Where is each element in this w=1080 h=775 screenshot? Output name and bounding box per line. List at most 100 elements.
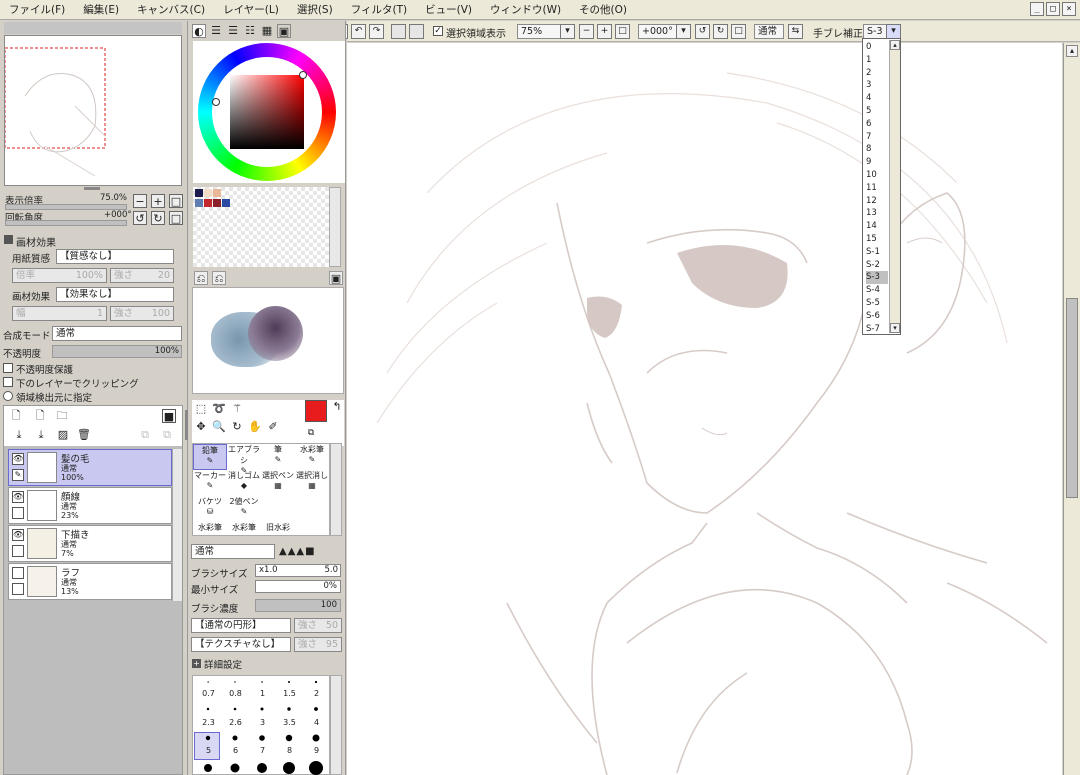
move-icon[interactable]: ✥	[194, 420, 208, 434]
paper-select[interactable]: 【質感なし】	[56, 249, 174, 264]
brush-density-slider[interactable]: 100	[255, 599, 341, 612]
selection-source-radio[interactable]	[3, 391, 13, 401]
lock-toggle[interactable]	[12, 545, 24, 557]
min-size-field[interactable]: 0%	[255, 580, 341, 593]
lasso-icon[interactable]: ➰	[212, 402, 226, 416]
color-wheel-area[interactable]	[193, 41, 345, 183]
stabilizer-option[interactable]: 13	[866, 207, 888, 220]
new-folder-icon[interactable]: 🗀	[55, 409, 69, 423]
detail-settings-label[interactable]: 詳細設定	[204, 657, 242, 671]
drawing-canvas[interactable]	[347, 43, 1062, 775]
menu-view[interactable]: ビュー(V)	[416, 2, 481, 17]
size-grid-scrollbar[interactable]	[330, 675, 342, 775]
stabilizer-option[interactable]: 11	[866, 182, 888, 195]
tool-select-eraser[interactable]: 選択消し ▦	[295, 470, 329, 496]
blend-mode-select[interactable]: 通常	[52, 326, 182, 341]
tool-airbrush[interactable]: エアブラシ ✎	[227, 444, 261, 475]
visibility-eye-icon[interactable]: 👁	[12, 529, 24, 541]
menu-file[interactable]: ファイル(F)	[0, 2, 74, 17]
menu-canvas[interactable]: キャンバス(C)	[128, 2, 214, 17]
stabilizer-option[interactable]: 5	[866, 105, 888, 118]
stabilizer-option[interactable]: 7	[866, 131, 888, 144]
stabilizer-option[interactable]: 15	[866, 233, 888, 246]
new-vector-layer-icon[interactable]: 🗋	[33, 409, 47, 423]
scratchpad-tab-icon[interactable]: ▣	[277, 24, 291, 38]
brush-blend-select[interactable]: 通常	[191, 544, 275, 559]
preserve-opacity-checkbox[interactable]	[3, 363, 13, 373]
visibility-eye-icon[interactable]	[12, 567, 24, 579]
navigator-preview[interactable]	[4, 35, 182, 186]
layer-extra-icon-2[interactable]: ⧉	[160, 428, 174, 442]
scratchpad-clear-icon[interactable]: ⎌	[194, 271, 208, 285]
stabilizer-option[interactable]: S-7	[866, 323, 888, 336]
layer-row[interactable]: 👁 ✎ 髪の毛 通常 100%	[8, 449, 172, 486]
nav-rotate-left-icon[interactable]: ↺	[133, 211, 147, 225]
stabilizer-option[interactable]: 12	[866, 195, 888, 208]
swatch[interactable]	[204, 189, 212, 197]
stabilizer-option[interactable]: S-2	[866, 259, 888, 272]
zoom-dropdown-icon[interactable]: ▾	[560, 24, 575, 39]
menu-layer[interactable]: レイヤー(L)	[214, 2, 288, 17]
magic-wand-icon[interactable]: ⚚	[230, 402, 244, 416]
stabilizer-option[interactable]: S-4	[866, 284, 888, 297]
menu-filter[interactable]: フィルタ(T)	[342, 2, 416, 17]
nav-rotate-right-icon[interactable]: ↻	[151, 211, 165, 225]
selection-display-checkbox[interactable]: ✓	[433, 26, 443, 36]
hand-icon[interactable]: ✋	[248, 420, 262, 434]
effect-width-field[interactable]: 幅1	[12, 306, 107, 321]
zoom-reset-icon[interactable]: □	[615, 24, 630, 39]
nav-zoom-reset-icon[interactable]: □	[169, 194, 183, 208]
new-layer-icon[interactable]: 🗋	[9, 409, 23, 423]
effect-intensity-field[interactable]: 強さ 100	[110, 306, 174, 321]
clipping-checkbox[interactable]	[3, 377, 13, 387]
swatch[interactable]	[204, 199, 212, 207]
rotate-right-icon[interactable]: ↻	[713, 24, 728, 39]
zoom-tool-icon[interactable]: 🔍	[212, 420, 226, 434]
swap-colors-icon[interactable]: ↰	[330, 400, 344, 414]
zoom-out-icon[interactable]: −	[579, 24, 594, 39]
rgb-slider-tab-icon[interactable]: ☰	[209, 24, 223, 38]
menu-window[interactable]: ウィンドウ(W)	[481, 2, 570, 17]
stabilizer-option[interactable]: 1	[866, 54, 888, 67]
reset-colors-icon[interactable]: ⧉	[304, 426, 318, 440]
stabilizer-option[interactable]: S-3	[866, 271, 888, 285]
layer-extra-icon-1[interactable]: ⧉	[138, 428, 152, 442]
undo-icon[interactable]: ↶	[351, 24, 366, 39]
tool-watercolor-3[interactable]: 水彩筆	[227, 522, 261, 536]
opacity-slider[interactable]: 100%	[52, 345, 182, 358]
stabilizer-dropdown-icon[interactable]: ▾	[886, 24, 901, 39]
stabilizer-option[interactable]: 6	[866, 118, 888, 131]
texture-strength-field[interactable]: 強さ 95	[294, 637, 342, 652]
invert-selection-icon[interactable]	[409, 24, 424, 39]
scratchpad-toggle-icon[interactable]: ▣	[329, 271, 343, 285]
scroll-up-icon[interactable]: ▴	[1066, 45, 1078, 57]
swatch[interactable]	[195, 199, 203, 207]
deselect-icon[interactable]	[391, 24, 406, 39]
rotate-tool-icon[interactable]: ↻	[230, 420, 244, 434]
menu-select[interactable]: 選択(S)	[288, 2, 342, 17]
menu-other[interactable]: その他(O)	[570, 2, 636, 17]
primary-color-swatch[interactable]	[305, 400, 327, 422]
angle-slider[interactable]	[5, 220, 127, 226]
effect-select[interactable]: 【効果なし】	[56, 287, 174, 302]
dropdown-scroll-down-icon[interactable]: ▾	[890, 323, 900, 333]
redo-icon[interactable]: ↷	[369, 24, 384, 39]
lock-toggle[interactable]	[12, 583, 24, 595]
tool-select-pen[interactable]: 選択ペン ▦	[261, 470, 295, 496]
tool-pencil[interactable]: 鉛筆 ✎	[193, 444, 227, 470]
stabilizer-option[interactable]: 14	[866, 220, 888, 233]
stabilizer-option[interactable]: S-1	[866, 246, 888, 259]
angle-dropdown-icon[interactable]: ▾	[676, 24, 691, 39]
nav-zoom-in-icon[interactable]: +	[151, 194, 165, 208]
stabilizer-option[interactable]: S-5	[866, 297, 888, 310]
stabilizer-option[interactable]: 3	[866, 79, 888, 92]
visibility-eye-icon[interactable]: 👁	[12, 491, 24, 503]
scroll-thumb[interactable]	[1066, 298, 1078, 498]
paper-scale-field[interactable]: 倍率 100%	[12, 268, 107, 283]
transfer-down-icon[interactable]: ⤓	[12, 428, 26, 442]
swatch-tab-icon[interactable]: ▦	[260, 24, 274, 38]
tool-eraser[interactable]: 消しゴム ◆	[227, 470, 261, 496]
rotate-reset-icon[interactable]: □	[731, 24, 746, 39]
brush-size-field[interactable]: x1.0 5.0	[255, 564, 341, 577]
maximize-button[interactable]: □	[1046, 2, 1060, 16]
